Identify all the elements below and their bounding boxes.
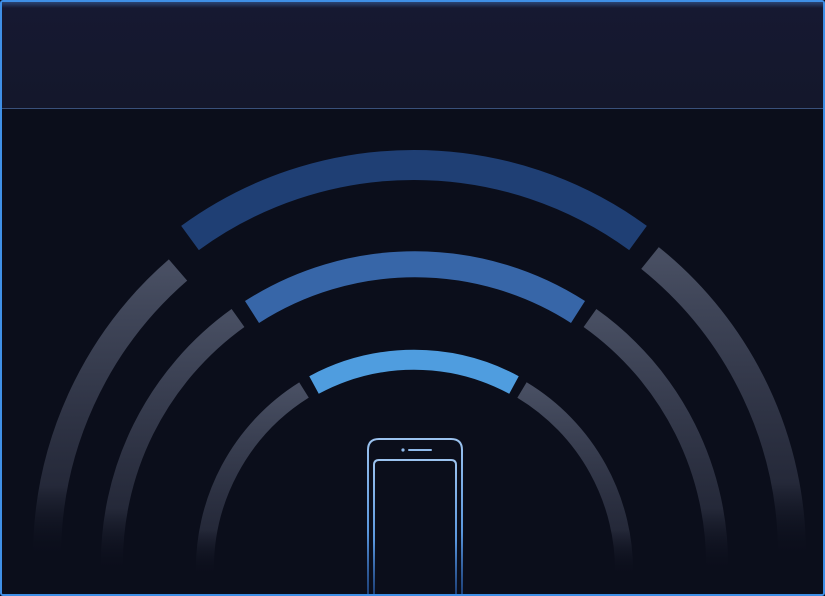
signal-arc-outer-fill bbox=[181, 149, 647, 251]
wireless-signal-icon bbox=[32, 149, 807, 594]
signal-arc-inner-track-left bbox=[195, 382, 309, 577]
signal-arc-middle-track-left bbox=[100, 309, 245, 573]
smartphone-camera bbox=[401, 448, 405, 452]
signal-arc-middle-track-right bbox=[583, 309, 729, 573]
signal-arc-inner-track-right bbox=[517, 382, 634, 577]
smartphone-icon bbox=[367, 438, 463, 594]
smartphone-body bbox=[367, 438, 463, 594]
signal-arc-inner-fill bbox=[309, 349, 519, 394]
smartphone-screen bbox=[373, 459, 457, 594]
app-window bbox=[0, 0, 825, 596]
signal-arc-inner bbox=[195, 349, 634, 577]
signal-arc-middle-fill bbox=[244, 251, 586, 323]
